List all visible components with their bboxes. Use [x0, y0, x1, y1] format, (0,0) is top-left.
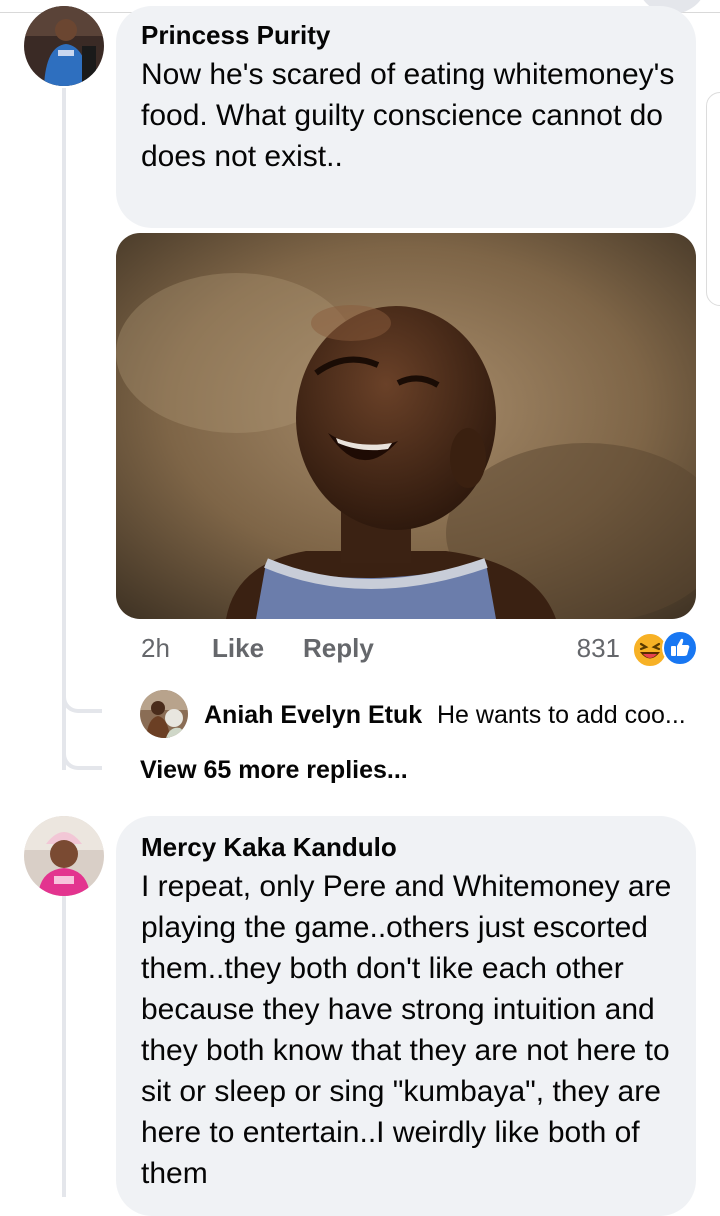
reply-author[interactable]: Aniah Evelyn Etuk [204, 700, 422, 730]
comment-author[interactable]: Princess Purity [141, 20, 330, 50]
reply-text: He wants to add coo... [437, 701, 686, 729]
avatar-mercy-kaka-kandulo[interactable] [24, 816, 104, 896]
avatar-princess-purity[interactable] [24, 6, 104, 86]
thread-connector-reply [62, 683, 102, 713]
comment-text: I repeat, only Pere and Whitemoney are p… [141, 870, 672, 1190]
reply-button[interactable]: Reply [303, 630, 374, 666]
thread-connector-more [62, 740, 102, 770]
comment-photo[interactable] [116, 233, 696, 619]
thread-line [62, 88, 66, 770]
thread-line [62, 895, 66, 1197]
comment-author[interactable]: Mercy Kaka Kandulo [141, 832, 397, 862]
comment-text: Now he's scared of eating whitemoney's f… [141, 58, 675, 173]
like-reaction-icon[interactable] [662, 630, 698, 666]
like-button[interactable]: Like [212, 630, 264, 666]
reply-preview[interactable]: Aniah Evelyn Etuk He wants to add coo... [140, 690, 710, 738]
side-panel-edge [706, 92, 720, 306]
view-more-replies-link[interactable]: View 65 more replies... [140, 754, 408, 786]
reaction-count[interactable]: 831 [520, 630, 620, 666]
comment-timestamp: 2h [141, 633, 170, 663]
avatar-aniah-evelyn-etuk[interactable] [140, 690, 188, 738]
